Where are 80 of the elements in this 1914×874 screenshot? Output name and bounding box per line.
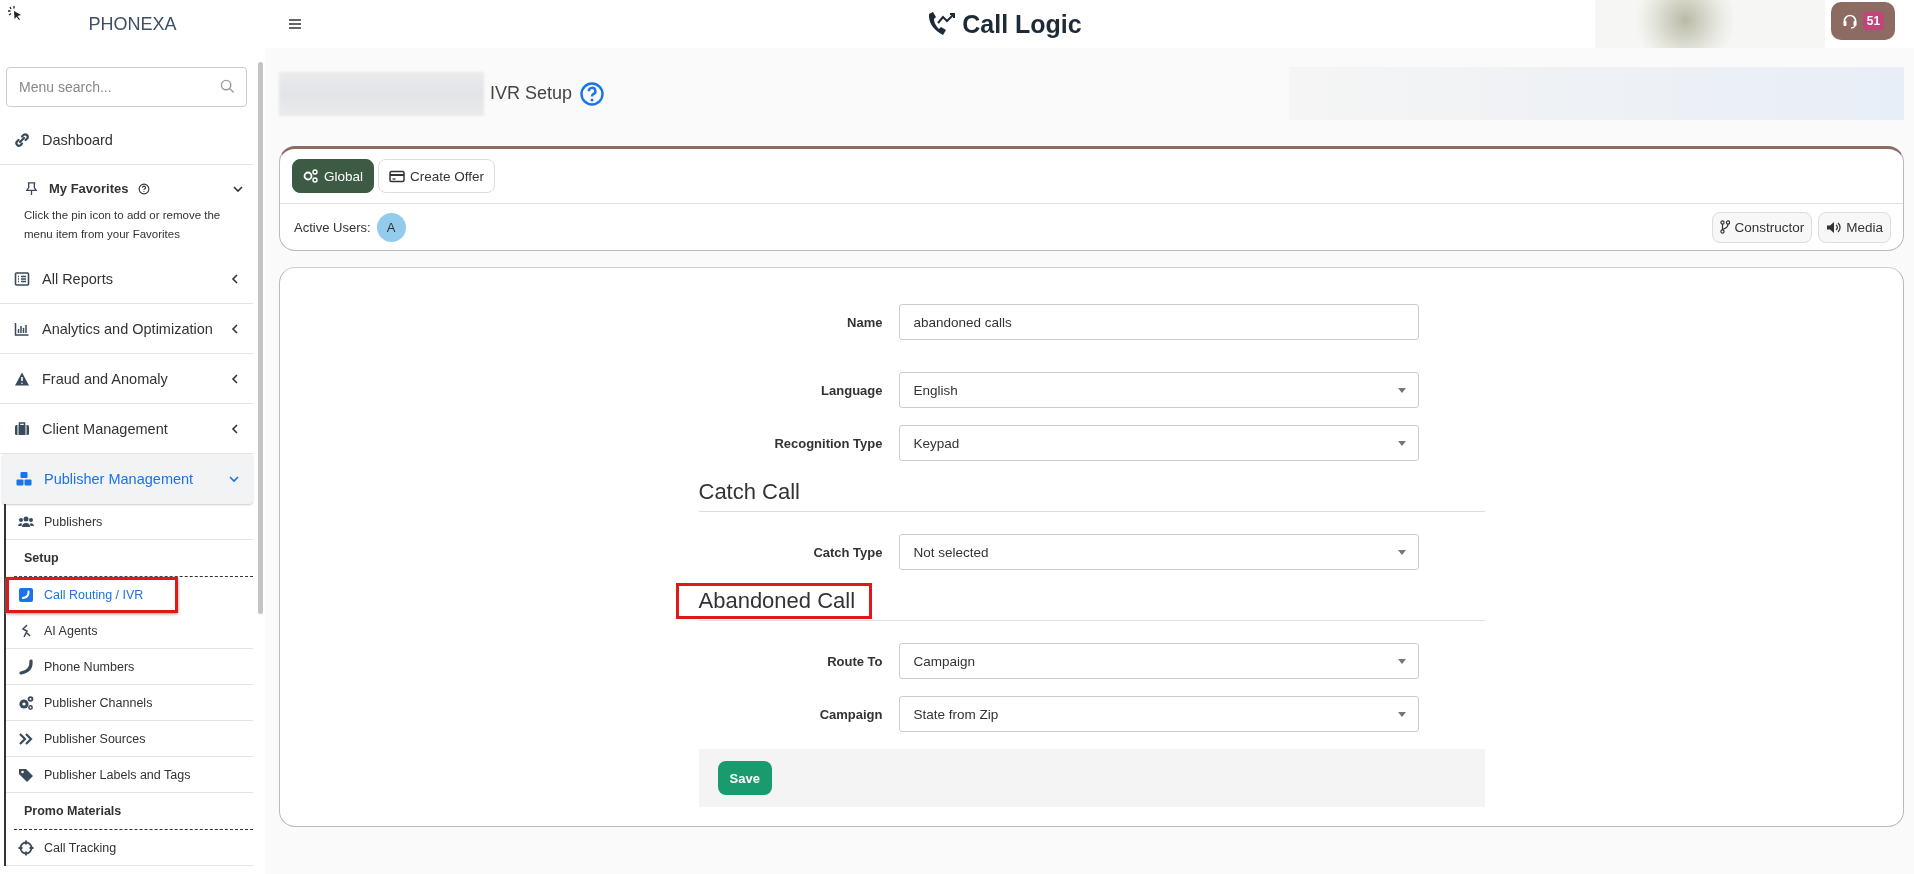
- field-label: Language: [820, 382, 884, 398]
- chevron-left-icon: [231, 373, 239, 384]
- sidebar-item[interactable]: Dashboard: [0, 115, 253, 165]
- user-avatar[interactable]: A: [376, 212, 406, 242]
- sidebar-item[interactable]: Publisher Management: [2, 454, 253, 504]
- favorites-hint: Click the pin icon to add or remove the menu item from your Favorites: [24, 208, 222, 242]
- sidebar-item[interactable]: Publisher Channels: [6, 685, 253, 721]
- sidebar-item[interactable]: Phone Numbers: [6, 649, 253, 685]
- logo[interactable]: PHONEXA: [0, 14, 265, 35]
- caret-icon: [1397, 658, 1406, 664]
- tags-icon: [18, 766, 34, 783]
- link-icon: [14, 131, 30, 148]
- sidebar-item[interactable]: Publisher Sources: [6, 721, 253, 757]
- sidebar-item[interactable]: Publisher Labels and Tags: [6, 757, 253, 793]
- search-field[interactable]: Menu search...: [6, 67, 247, 107]
- crosshair-icon: [18, 839, 34, 856]
- phone-icon: [18, 658, 34, 675]
- app-title: Call Logic: [962, 9, 1082, 39]
- list-icon: [14, 270, 30, 287]
- scrollbar[interactable]: [258, 62, 263, 614]
- text-field[interactable]: abandoned calls: [898, 304, 1419, 340]
- gears-icon: [18, 694, 34, 711]
- select-field[interactable]: Campaign: [898, 643, 1419, 679]
- bar-chart-icon: [14, 320, 30, 337]
- field-label: Campaign: [818, 706, 884, 722]
- menu-icon[interactable]: [287, 17, 303, 31]
- active-users-label: Active Users:: [294, 219, 371, 235]
- sidebar-item[interactable]: Call Tracking: [6, 830, 253, 866]
- section-title: Catch Call: [698, 479, 800, 506]
- briefcase-icon: [14, 420, 30, 437]
- search-icon: [220, 79, 235, 94]
- count-badge: 51: [1862, 12, 1885, 30]
- sidebar-item[interactable]: Call Routing / IVR: [6, 577, 178, 613]
- select-field[interactable]: English: [898, 372, 1419, 408]
- section-title: Abandoned Call: [678, 586, 870, 616]
- pin-icon: [24, 181, 39, 196]
- chevron-left-icon: [231, 323, 239, 334]
- constructor-button[interactable]: Constructor: [1712, 211, 1813, 243]
- chevron-left-icon: [231, 273, 239, 284]
- select-field[interactable]: Not selected: [898, 534, 1419, 570]
- select-field[interactable]: State from Zip: [898, 696, 1419, 732]
- tab[interactable]: Global: [292, 159, 375, 193]
- tab[interactable]: Create Offer: [378, 159, 496, 193]
- sidebar-item[interactable]: All Reports: [0, 254, 253, 304]
- chevron-down-icon: [233, 185, 243, 193]
- card-icon: [389, 169, 406, 183]
- warning-icon: [14, 370, 30, 387]
- phone-square-icon: [18, 586, 34, 603]
- caret-icon: [1397, 711, 1406, 717]
- support-button[interactable]: 51: [1831, 2, 1895, 40]
- caret-icon: [1397, 440, 1406, 446]
- favorites-heading[interactable]: My Favorites: [49, 181, 129, 196]
- spinner-icon: [8, 6, 22, 20]
- gears-icon: [303, 169, 319, 183]
- help-icon[interactable]: [580, 81, 605, 106]
- cubes-icon: [16, 471, 32, 487]
- page-title: IVR Setup: [490, 83, 573, 104]
- sidebar-item[interactable]: Fraud and Anomaly: [0, 354, 253, 404]
- section-heading[interactable]: Promo Materials: [14, 793, 253, 830]
- speaker-icon: [1826, 220, 1843, 234]
- branch-icon: [1720, 220, 1731, 234]
- double-chevron-icon: [18, 730, 34, 747]
- chevron-down-icon: [229, 475, 239, 483]
- media-button[interactable]: Media: [1818, 211, 1891, 243]
- caret-icon: [1397, 387, 1406, 393]
- headset-icon: [1841, 13, 1858, 29]
- field-label: Catch Type: [812, 544, 884, 560]
- caret-icon: [1397, 549, 1406, 555]
- phone-chart-icon: [926, 11, 957, 37]
- save-button[interactable]: Save: [717, 761, 772, 795]
- field-label: Name: [846, 314, 884, 330]
- chevron-left-icon: [231, 423, 239, 434]
- select-field[interactable]: Keypad: [898, 425, 1419, 461]
- section-heading[interactable]: Setup: [14, 540, 253, 577]
- help-icon: [138, 182, 151, 195]
- sidebar-item[interactable]: AI Agents: [6, 613, 253, 649]
- sidebar-item[interactable]: Publishers: [6, 504, 253, 540]
- field-label: Route To: [826, 653, 884, 669]
- sidebar-item[interactable]: Analytics and Optimization: [0, 304, 253, 354]
- field-label: Recognition Type: [773, 435, 884, 451]
